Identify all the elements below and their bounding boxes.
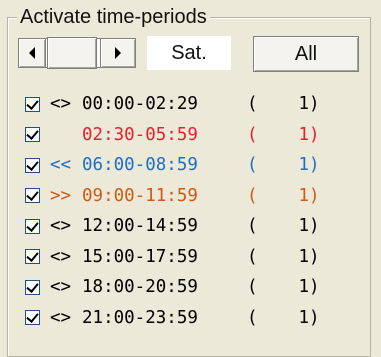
period-symbol: <> bbox=[50, 94, 72, 115]
period-time: 12:00-14:59 bbox=[82, 216, 198, 237]
period-checkbox[interactable] bbox=[25, 218, 40, 234]
period-checkbox[interactable] bbox=[25, 188, 40, 204]
period-count: 1 bbox=[298, 216, 309, 237]
period-paren-open: ( bbox=[247, 185, 258, 206]
period-symbol: <> bbox=[50, 277, 72, 298]
period-time: 15:00-17:59 bbox=[82, 246, 198, 267]
period-paren-close: ) bbox=[309, 124, 320, 145]
period-paren-close: ) bbox=[309, 246, 320, 267]
period-symbol: <> bbox=[50, 246, 72, 267]
period-row[interactable]: >> 09:00-11:59 ( 1 ) bbox=[25, 181, 375, 212]
period-checkbox[interactable] bbox=[25, 96, 40, 112]
period-checkbox[interactable] bbox=[25, 249, 40, 265]
period-row[interactable]: << 06:00-08:59 ( 1 ) bbox=[25, 150, 375, 181]
period-paren-close: ) bbox=[309, 277, 320, 298]
scroll-left-button[interactable] bbox=[18, 38, 46, 68]
period-symbol: <> bbox=[50, 216, 72, 237]
scroll-right-button[interactable] bbox=[100, 38, 136, 68]
period-paren-close: ) bbox=[309, 155, 320, 176]
period-count: 1 bbox=[298, 307, 309, 328]
period-time: 18:00-20:59 bbox=[82, 277, 198, 298]
period-time: 00:00-02:29 bbox=[82, 94, 198, 115]
period-checkbox[interactable] bbox=[25, 157, 40, 173]
period-checkbox[interactable] bbox=[25, 127, 40, 143]
right-arrow-icon bbox=[115, 47, 121, 59]
all-button[interactable]: All bbox=[253, 36, 359, 72]
period-paren-close: ) bbox=[309, 216, 320, 237]
period-checkbox[interactable] bbox=[25, 279, 40, 295]
period-paren-close: ) bbox=[309, 94, 320, 115]
period-count: 1 bbox=[298, 246, 309, 267]
period-count: 1 bbox=[298, 155, 309, 176]
period-count: 1 bbox=[298, 277, 309, 298]
period-time: 02:30-05:59 bbox=[82, 124, 198, 145]
period-count: 1 bbox=[298, 94, 309, 115]
period-row[interactable]: <> 21:00-23:59 ( 1 ) bbox=[25, 303, 375, 334]
period-row[interactable]: <> 00:00-02:29 ( 1 ) bbox=[25, 89, 375, 120]
period-symbol: <> bbox=[50, 307, 72, 328]
period-symbol: >> bbox=[50, 185, 72, 206]
period-symbol: << bbox=[50, 155, 72, 176]
scroll-thumb[interactable] bbox=[47, 37, 97, 69]
period-time: 21:00-23:59 bbox=[82, 307, 198, 328]
period-row[interactable]: <> 15:00-17:59 ( 1 ) bbox=[25, 242, 375, 273]
period-paren-open: ( bbox=[247, 94, 258, 115]
period-row[interactable]: 02:30-05:59 ( 1 ) bbox=[25, 120, 375, 151]
period-list: <> 00:00-02:29 ( 1 ) 02:30-05:59 ( 1 ) <… bbox=[25, 89, 375, 333]
period-time: 06:00-08:59 bbox=[82, 155, 198, 176]
period-paren-open: ( bbox=[247, 307, 258, 328]
left-arrow-icon bbox=[29, 47, 35, 59]
day-display: Sat. bbox=[147, 36, 231, 70]
period-time: 09:00-11:59 bbox=[82, 185, 198, 206]
period-row[interactable]: <> 18:00-20:59 ( 1 ) bbox=[25, 272, 375, 303]
period-paren-close: ) bbox=[309, 307, 320, 328]
period-paren-open: ( bbox=[247, 277, 258, 298]
period-paren-open: ( bbox=[247, 155, 258, 176]
period-count: 1 bbox=[298, 185, 309, 206]
period-count: 1 bbox=[298, 124, 309, 145]
period-paren-open: ( bbox=[247, 216, 258, 237]
period-paren-close: ) bbox=[309, 185, 320, 206]
period-row[interactable]: <> 12:00-14:59 ( 1 ) bbox=[25, 211, 375, 242]
period-paren-open: ( bbox=[247, 246, 258, 267]
groupbox-title: Activate time-periods bbox=[17, 6, 210, 28]
period-checkbox[interactable] bbox=[25, 310, 40, 326]
period-paren-open: ( bbox=[247, 124, 258, 145]
